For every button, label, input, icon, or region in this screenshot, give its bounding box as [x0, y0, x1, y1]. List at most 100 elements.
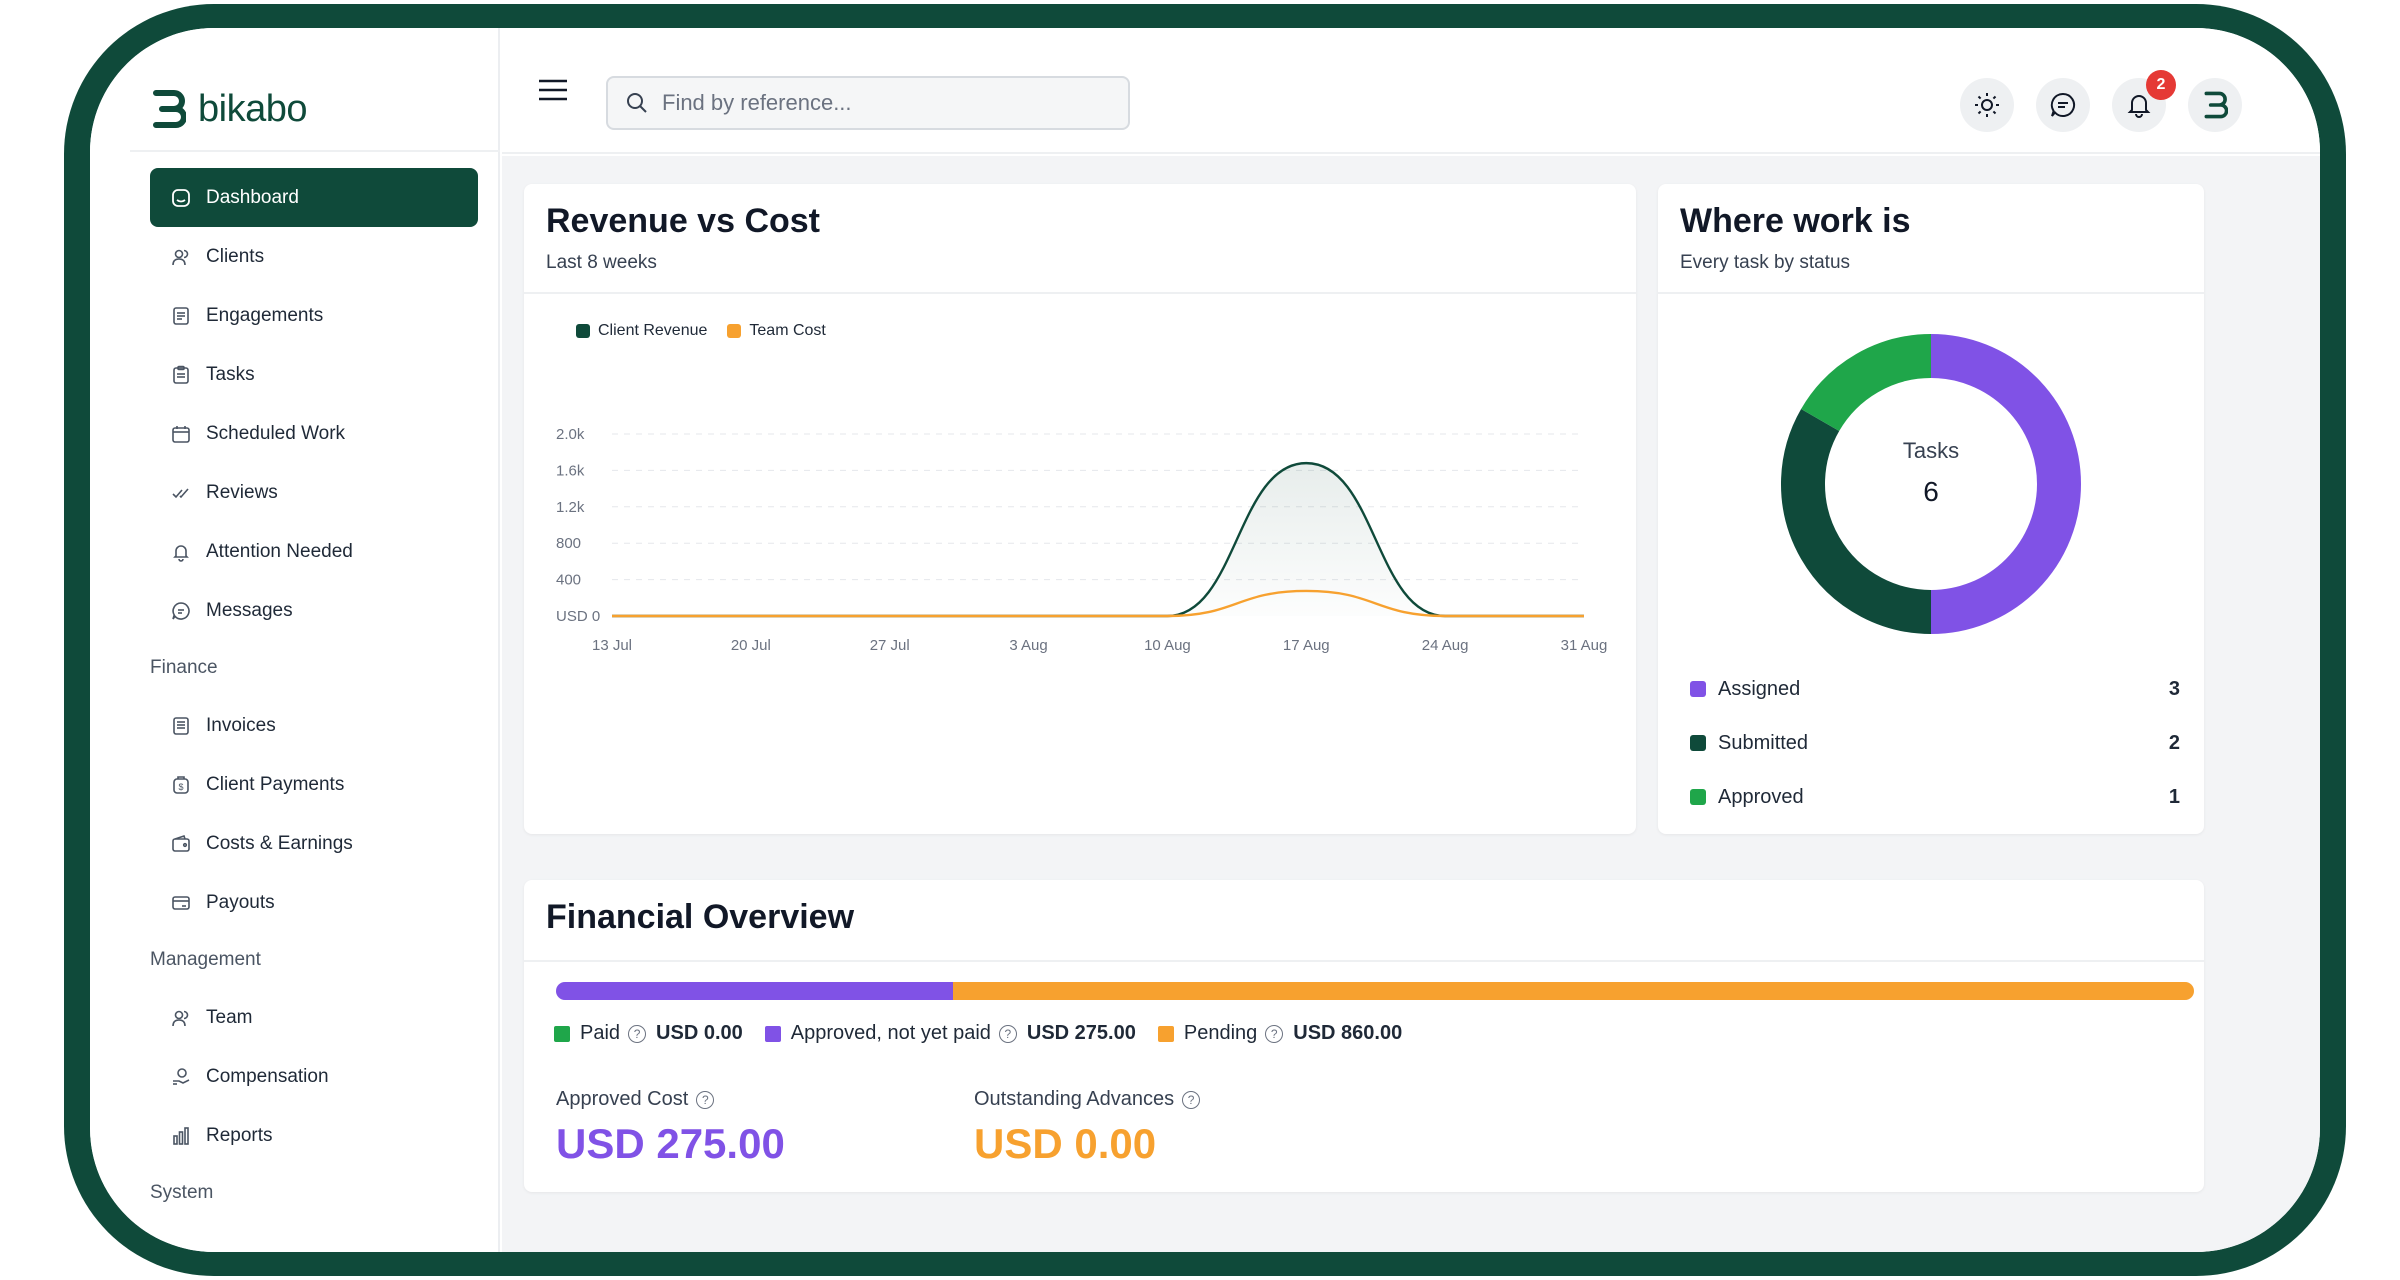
sidebar-item-dashboard[interactable]: Dashboard — [150, 168, 478, 227]
sidebar-item-attention-needed[interactable]: Attention Needed — [150, 522, 478, 581]
hamburger-menu-icon[interactable] — [538, 78, 568, 102]
paid-value: USD 0.00 — [656, 1022, 743, 1044]
theme-toggle-button[interactable] — [1960, 78, 2014, 132]
sidebar-item-payouts[interactable]: Payouts — [150, 873, 478, 932]
clipboard-icon — [170, 364, 192, 386]
divider — [524, 292, 1636, 294]
topbar: 2 — [502, 28, 2320, 154]
search-input[interactable] — [662, 90, 1102, 116]
y-tick-label: 800 — [556, 535, 581, 552]
sidebar-item-invoices[interactable]: Invoices — [150, 696, 478, 755]
divider — [524, 960, 2204, 962]
bell-icon — [170, 541, 192, 563]
invoice-icon — [170, 715, 192, 737]
sidebar-item-tasks[interactable]: Tasks — [150, 345, 478, 404]
x-tick-label: 3 Aug — [1009, 637, 1047, 654]
card-title: Financial Overview — [546, 898, 855, 936]
progress-segment-pending — [952, 982, 2194, 1000]
card-title: Where work is — [1680, 202, 1911, 240]
status-count: 1 — [2168, 785, 2180, 808]
chart-legend: Client Revenue Team Cost — [576, 322, 826, 340]
sidebar-item-team[interactable]: Team — [150, 988, 478, 1047]
financial-legend: Paid ? USD 0.00 Approved, not yet paid ?… — [554, 1022, 1424, 1045]
card-title: Revenue vs Cost — [546, 202, 820, 240]
donut-center-label: Tasks — [1902, 438, 1960, 463]
y-tick-label: 1.6k — [556, 462, 585, 479]
help-icon[interactable]: ? — [1182, 1090, 1201, 1109]
x-tick-label: 24 Aug — [1422, 637, 1469, 654]
sidebar-item-clients[interactable]: Clients — [150, 227, 478, 286]
approved-label: Approved, not yet paid — [790, 1022, 991, 1044]
section-finance: Finance — [150, 657, 218, 678]
messages-button[interactable] — [2036, 78, 2090, 132]
sidebar-item-label: Messages — [206, 599, 293, 621]
legend-swatch — [1690, 735, 1706, 751]
metric-label-text: Outstanding Advances — [974, 1088, 1175, 1110]
sidebar-item-engagements[interactable]: Engagements — [150, 286, 478, 345]
progress-segment-approved — [556, 982, 953, 1000]
x-tick-label: 20 Jul — [731, 637, 771, 654]
series-line-cost — [612, 589, 1584, 618]
card-subtitle: Last 8 weeks — [546, 252, 657, 273]
sidebar-item-label: Invoices — [206, 714, 276, 736]
sidebar-item-label: Client Payments — [206, 773, 345, 795]
donut-center-value: 6 — [1923, 476, 1939, 507]
section-system: System — [150, 1182, 214, 1203]
notifications-button[interactable]: 2 — [2112, 70, 2176, 132]
legend-swatch-paid — [554, 1025, 570, 1042]
sidebar-item-label: Reviews — [206, 481, 278, 503]
financial-progress-bar — [556, 982, 2194, 1000]
outstanding-advances-value: USD 0.00 — [974, 1120, 1157, 1167]
status-count: 2 — [2168, 731, 2180, 754]
help-icon[interactable]: ? — [1265, 1024, 1284, 1043]
card-icon — [170, 892, 192, 914]
payment-icon: $ — [170, 774, 192, 796]
notification-badge: 2 — [2146, 70, 2176, 100]
sidebar-item-label: Engagements — [206, 304, 324, 326]
legend-label-revenue: Client Revenue — [598, 322, 708, 339]
search-box[interactable] — [606, 76, 1130, 130]
y-tick-label: USD 0 — [556, 608, 600, 625]
sidebar-item-reports[interactable]: Reports — [150, 1106, 478, 1165]
double-check-icon — [170, 482, 192, 504]
donut-slice-approved[interactable] — [1801, 334, 1932, 432]
sidebar-item-costs-earnings[interactable]: Costs & Earnings — [150, 814, 478, 873]
status-row-assigned: Assigned 3 — [1690, 674, 2180, 704]
help-icon[interactable]: ? — [998, 1024, 1017, 1043]
status-label: Submitted — [1718, 731, 1809, 754]
x-tick-label: 27 Jul — [870, 637, 910, 654]
sidebar: bikabo Dashboard Clients Engagements Tas… — [90, 28, 500, 1252]
profile-button[interactable] — [2188, 78, 2242, 132]
divider — [1658, 292, 2204, 294]
task-status-donut — [1781, 334, 2081, 634]
legend-swatch-approved — [764, 1025, 781, 1042]
paid-label: Paid — [580, 1022, 621, 1044]
team-icon — [170, 1007, 192, 1029]
users-icon — [170, 246, 192, 268]
sidebar-item-client-payments[interactable]: $ Client Payments — [150, 755, 478, 814]
help-icon[interactable]: ? — [628, 1024, 647, 1043]
legend-swatch-revenue — [576, 324, 590, 338]
sidebar-item-label: Clients — [206, 245, 265, 267]
bell-icon — [2127, 95, 2151, 118]
sidebar-item-reviews[interactable]: Reviews — [150, 463, 478, 522]
sidebar-item-compensation[interactable]: Compensation — [150, 1047, 478, 1106]
where-work-is-card: Where work is Every task by status Tasks… — [1658, 184, 2204, 834]
series-line-revenue — [612, 461, 1584, 618]
status-label: Assigned — [1718, 677, 1801, 700]
y-tick-label: 2.0k — [556, 426, 585, 443]
search-icon — [627, 93, 647, 113]
status-row-approved: Approved 1 — [1690, 782, 2180, 812]
x-tick-label: 10 Aug — [1144, 637, 1191, 654]
outstanding-advances-metric-label: Outstanding Advances ? — [974, 1088, 1201, 1111]
sidebar-item-messages[interactable]: Messages — [150, 581, 478, 640]
status-label: Approved — [1718, 785, 1804, 808]
sidebar-item-scheduled-work[interactable]: Scheduled Work — [150, 404, 478, 463]
sidebar-nav: Dashboard Clients Engagements Tasks Sche… — [150, 168, 478, 1221]
bar-chart-icon — [170, 1125, 192, 1147]
wallet-icon — [170, 833, 192, 855]
sidebar-item-label: Payouts — [206, 891, 275, 913]
approved-value: USD 275.00 — [1026, 1022, 1136, 1044]
help-icon[interactable]: ? — [696, 1090, 715, 1109]
brand-logo[interactable]: bikabo — [150, 70, 370, 148]
